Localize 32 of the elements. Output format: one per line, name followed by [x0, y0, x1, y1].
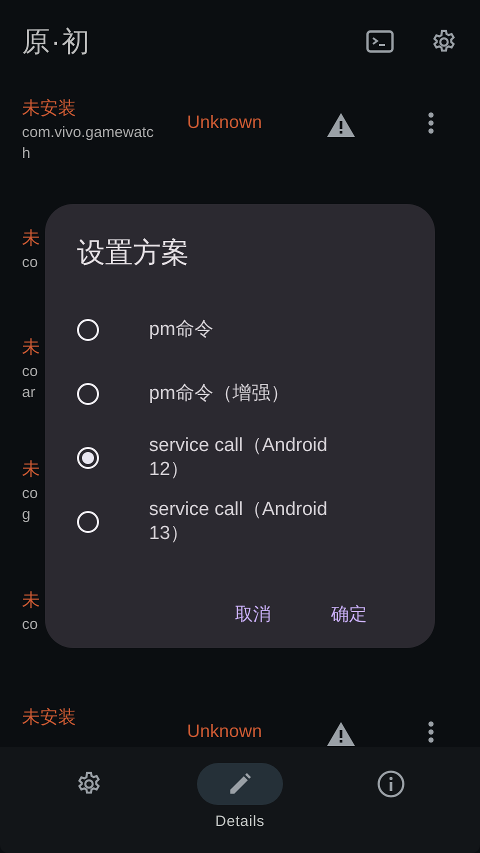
package-name: co g	[22, 484, 38, 525]
install-status: 未	[22, 336, 40, 359]
nav-tab[interactable]	[196, 763, 283, 805]
install-status: 未安装	[22, 97, 76, 120]
warning-icon	[326, 112, 356, 138]
radio-button[interactable]	[77, 319, 99, 341]
confirm-button[interactable]: 确定	[319, 596, 379, 632]
install-status: 未	[22, 458, 40, 481]
dialog-title: 设置方案	[77, 236, 190, 270]
cancel-button[interactable]: 取消	[223, 596, 283, 632]
package-name: co	[22, 253, 38, 273]
install-status: 未	[22, 589, 40, 612]
radio-button[interactable]	[77, 447, 99, 469]
terminal-icon[interactable]	[366, 30, 394, 54]
option-label[interactable]: service call（Android 12）	[149, 434, 371, 482]
state-label: Unknown	[187, 112, 264, 133]
radio-button[interactable]	[77, 511, 99, 533]
package-name: com.vivo.gamewatch	[22, 123, 155, 164]
option-label[interactable]: pm命令	[149, 318, 371, 342]
state-label: Unknown	[187, 721, 264, 742]
option-label[interactable]: pm命令（增强）	[149, 382, 371, 406]
more-icon[interactable]	[427, 720, 435, 744]
package-name: co	[22, 615, 38, 635]
radio-button[interactable]	[77, 383, 99, 405]
install-status: 未	[22, 227, 40, 250]
nav-label[interactable]: Details	[215, 813, 265, 830]
option-label[interactable]: service call（Android 13）	[149, 498, 371, 546]
app-title: 原·初	[22, 25, 92, 59]
install-status: 未安装	[22, 706, 76, 729]
info-icon	[376, 770, 405, 798]
more-icon[interactable]	[427, 111, 435, 135]
package-name: co ar	[22, 362, 38, 403]
